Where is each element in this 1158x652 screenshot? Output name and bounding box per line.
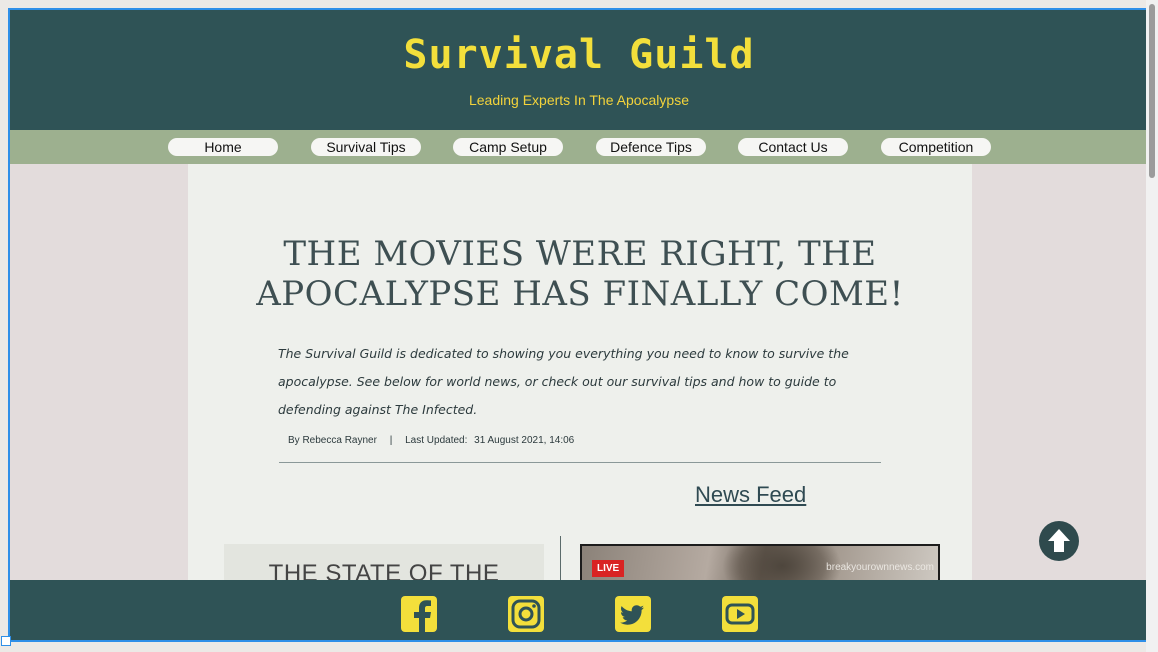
scrollbar-thumb[interactable] xyxy=(1149,4,1155,178)
nav-survival-tips[interactable]: Survival Tips xyxy=(311,138,421,156)
byline-separator: | xyxy=(389,435,393,446)
main-content: THE MOVIES WERE RIGHT, THE APOCALYPSE HA… xyxy=(188,164,972,640)
scroll-to-top-button[interactable] xyxy=(1039,521,1079,561)
last-updated-value: 31 August 2021, 14:06 xyxy=(474,435,575,446)
main-nav: Home Survival Tips Camp Setup Defence Ti… xyxy=(10,130,1146,164)
section-divider xyxy=(279,462,881,463)
last-updated-label: Last Updated: xyxy=(405,435,468,446)
live-badge: LIVE xyxy=(592,560,625,577)
nav-defence-tips[interactable]: Defence Tips xyxy=(596,138,706,156)
site-tagline: Leading Experts In The Apocalypse xyxy=(468,92,689,108)
video-watermark: breakyourownnews.com xyxy=(826,562,934,573)
news-feed-heading[interactable]: News Feed xyxy=(695,482,806,508)
youtube-icon[interactable] xyxy=(722,596,758,632)
page-headline: THE MOVIES WERE RIGHT, THE APOCALYPSE HA… xyxy=(256,234,904,314)
site-title: Survival Guild xyxy=(403,32,755,78)
facebook-icon[interactable] xyxy=(401,596,437,632)
nav-contact-us[interactable]: Contact Us xyxy=(738,138,848,156)
nav-camp-setup[interactable]: Camp Setup xyxy=(453,138,563,156)
nav-home[interactable]: Home xyxy=(168,138,278,156)
vertical-scrollbar[interactable] xyxy=(1146,0,1158,652)
twitter-icon[interactable] xyxy=(615,596,651,632)
byline-author: By Rebecca Rayner xyxy=(288,435,377,446)
frame-border-bottom xyxy=(8,640,1148,642)
page-frame: Survival Guild Leading Experts In The Ap… xyxy=(8,8,1146,640)
instagram-icon[interactable] xyxy=(508,596,544,632)
arrow-up-icon xyxy=(1048,529,1070,552)
nav-competition[interactable]: Competition xyxy=(881,138,991,156)
byline: By Rebecca Rayner | Last Updated: 31 Aug… xyxy=(288,435,574,446)
social-footer xyxy=(10,580,1146,640)
site-header: Survival Guild Leading Experts In The Ap… xyxy=(10,10,1146,130)
resize-handle[interactable] xyxy=(1,636,11,646)
intro-paragraph: The Survival Guild is dedicated to showi… xyxy=(278,346,849,417)
